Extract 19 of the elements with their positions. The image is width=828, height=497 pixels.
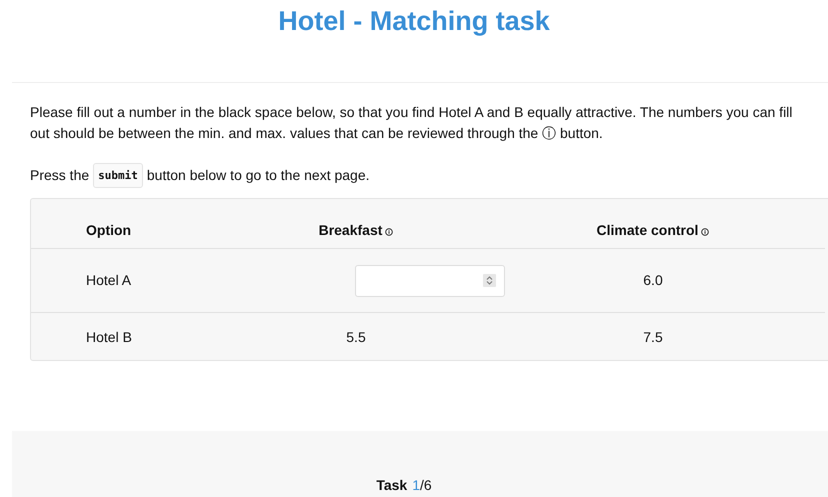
table-cell-text: 7.5 [643,328,663,347]
table-cell-text: Hotel B [85,328,133,347]
number-input[interactable] [355,264,505,296]
info-icon[interactable] [701,228,710,236]
column-header: Climate control [596,220,698,240]
code-label: submit [93,163,143,188]
task-counter: 1/6 [412,477,432,493]
table-cell-text: 6.0 [643,271,663,290]
instruction-text: button below to go to the next page. [146,166,370,185]
column-header: Breakfast [318,220,382,240]
page-title: Hotel - Matching task [277,6,551,38]
instruction-text: Press the [30,166,90,185]
column-header: Option [86,220,132,240]
info-icon[interactable] [385,228,394,236]
task-label: Task [376,477,408,493]
spinner-icon[interactable] [483,274,496,287]
table-cell-text: 5.5 [346,328,366,347]
table-cell-text: Hotel A [85,271,132,290]
instruction-text: Please fill out a number in the black space below, so that you find Hotel A and B equally attractive. The numbers you can fill out should be between the min. and max. values that can be reviewed through the ⓘ button. [30,103,794,143]
